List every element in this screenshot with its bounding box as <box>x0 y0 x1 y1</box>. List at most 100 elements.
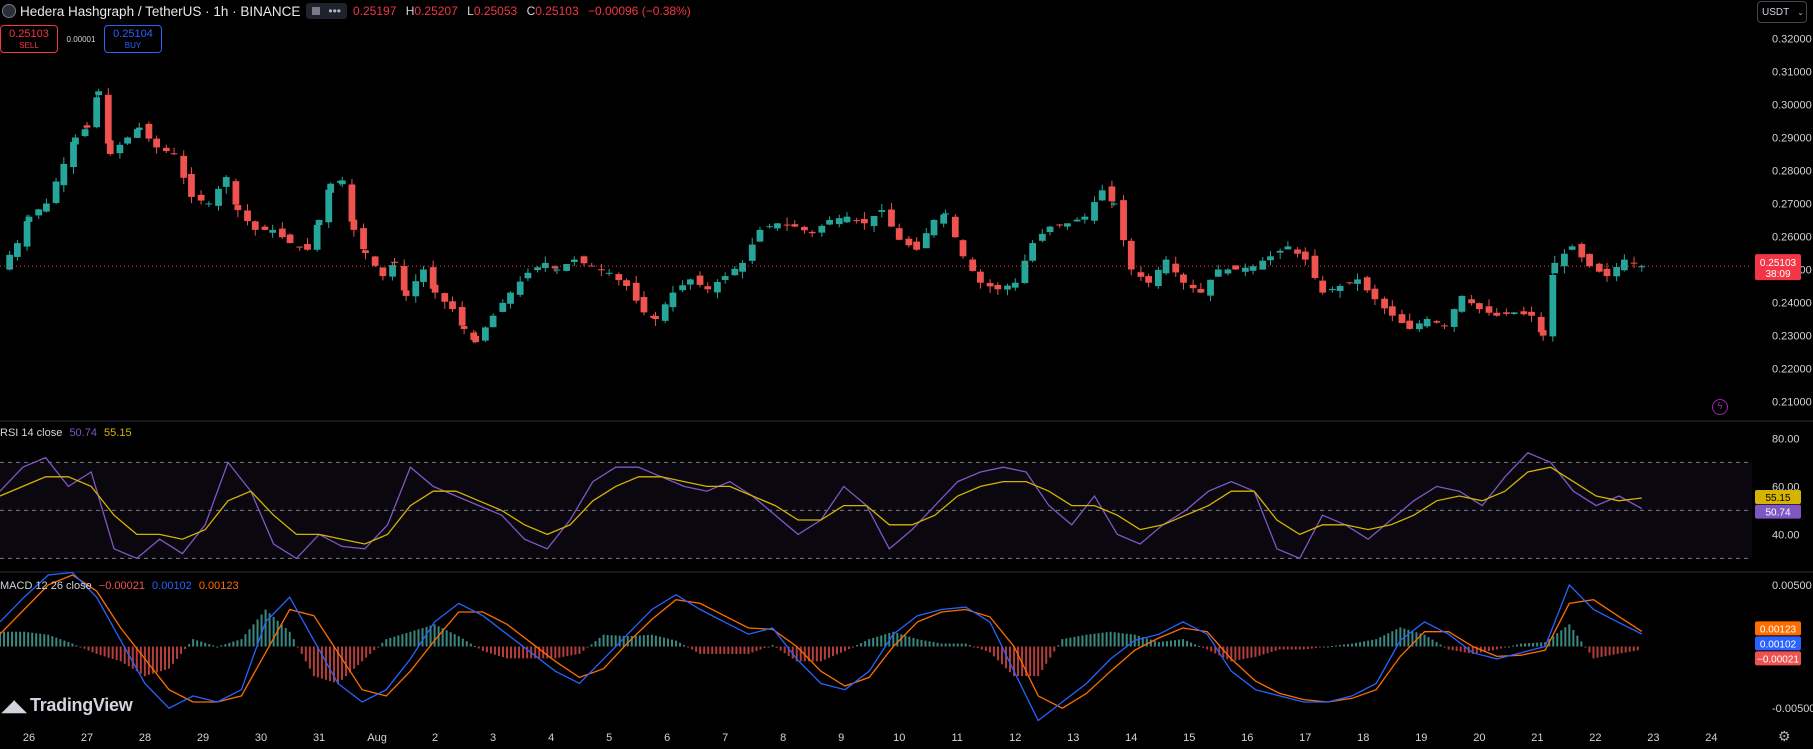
buy-button[interactable]: 0.25104 BUY <box>104 25 162 53</box>
macd-histogram-bar <box>1552 636 1555 647</box>
macd-histogram-bar <box>1053 646 1056 652</box>
macd-histogram-bar <box>200 641 203 647</box>
macd-histogram-bar <box>687 646 690 648</box>
candle-body <box>888 209 895 227</box>
macd-histogram-bar <box>433 624 436 647</box>
candle-body <box>95 91 103 96</box>
candle-body <box>278 228 286 238</box>
macd-histogram-bar <box>719 646 722 654</box>
candle-body <box>379 267 387 277</box>
macd-badge-label: 0.00102 <box>1760 639 1797 650</box>
macd-histogram-bar <box>546 646 549 659</box>
macd-histogram-bar <box>675 640 678 647</box>
macd-histogram-bar <box>1310 646 1313 649</box>
candle-body <box>1433 321 1441 323</box>
macd-histogram-bar <box>312 646 315 677</box>
macd-histogram-bar <box>365 646 368 658</box>
macd-histogram-bar <box>642 635 645 647</box>
macd-histogram-bar <box>1165 641 1168 647</box>
symbol-title[interactable]: Hedera Hashgraph / TetherUS · 1h · BINAN… <box>20 4 300 19</box>
macd-histogram-bar <box>1632 646 1635 652</box>
candle-body <box>135 127 143 130</box>
macd-legend[interactable]: MACD 12 26 close −0.00021 0.00102 0.0012… <box>0 580 243 592</box>
candle-body <box>1091 202 1098 221</box>
macd-histogram-bar <box>288 631 291 647</box>
macd-histogram-bar <box>1407 629 1410 647</box>
candle-body <box>145 123 153 139</box>
candle-body <box>1528 311 1535 316</box>
candle-body <box>1388 306 1396 316</box>
macd-histogram-bar <box>417 629 420 647</box>
ellipsis-icon[interactable]: ••• <box>328 4 341 18</box>
macd-histogram-bar <box>679 642 682 647</box>
macd-histogram-bar <box>1157 642 1160 647</box>
candle-body <box>1568 246 1576 250</box>
macd-hist-value: −0.00021 <box>98 580 145 592</box>
macd-histogram-bar <box>1097 633 1100 647</box>
macd-histogram-bar <box>614 635 617 647</box>
candle-body <box>269 229 277 233</box>
macd-histogram-bar <box>1137 635 1140 647</box>
macd-histogram-bar <box>823 646 826 660</box>
chart-canvas[interactable]: 0.32000 0.31000 0.30000 0.29000 0.28000 0.270… <box>0 0 1813 749</box>
sell-button[interactable]: 0.25103 SELL <box>0 25 58 53</box>
macd-histogram-bar <box>1334 645 1337 647</box>
candle-body <box>843 216 851 223</box>
candle-body <box>371 256 379 266</box>
macd-histogram-bar <box>1351 643 1354 647</box>
header-controls[interactable]: ••• <box>306 3 347 19</box>
macd-histogram-bar <box>1266 646 1269 654</box>
tradingview-logo[interactable]: ◢◣ TradingView <box>2 695 133 716</box>
macd-histogram-bar <box>131 646 134 669</box>
currency-selector[interactable]: USDT ⌄ <box>1757 1 1807 23</box>
macd-histogram-bar <box>1322 646 1325 648</box>
candle-body <box>679 285 687 291</box>
countdown-label: 38:09 <box>1765 269 1790 280</box>
macd-histogram-bar <box>328 646 331 682</box>
candle-body <box>360 228 367 250</box>
macd-histogram-bar <box>1182 639 1185 647</box>
rsi-badge-label: 50.74 <box>1765 508 1790 519</box>
macd-histogram-bar <box>1399 627 1402 647</box>
price-axis-tick: 0.30000 <box>1772 100 1812 112</box>
candle-body <box>106 140 114 154</box>
candle-body <box>296 246 304 248</box>
lightning-icon[interactable]: ϟ <box>1712 399 1728 415</box>
macd-histogram-bar <box>932 642 935 647</box>
macd-histogram-bar <box>1540 642 1543 647</box>
candle-body <box>534 267 541 271</box>
hide-icon[interactable] <box>312 7 321 15</box>
macd-signal-value: 0.00123 <box>198 580 239 592</box>
macd-histogram-bar <box>87 646 90 651</box>
time-axis-tick: 6 <box>664 732 670 744</box>
macd-histogram-bar <box>960 643 963 647</box>
candle-body <box>449 301 456 310</box>
rsi-ma-badge-label: 55.15 <box>1765 493 1790 504</box>
price-axis-tick: 0.26000 <box>1772 232 1812 244</box>
macd-histogram-bar <box>1125 633 1128 647</box>
macd-histogram-bar <box>1338 645 1341 647</box>
candle-body <box>1301 251 1309 260</box>
candle-body <box>234 205 242 211</box>
macd-histogram-bar <box>1560 630 1563 647</box>
macd-histogram-bar <box>23 631 26 647</box>
gear-icon[interactable]: ⚙ <box>1778 728 1791 745</box>
macd-histogram-bar <box>1282 646 1285 650</box>
candle-body <box>553 269 561 271</box>
macd-histogram-bar <box>1286 646 1289 650</box>
macd-histogram-bar <box>554 646 557 659</box>
candle-body <box>1416 323 1423 330</box>
candle-body <box>748 244 756 261</box>
time-axis-tick: 14 <box>1125 732 1137 744</box>
macd-histogram-bar <box>844 646 847 651</box>
macd-histogram-bar <box>345 646 348 677</box>
rsi-legend[interactable]: RSI 14 close 50.74 55.15 <box>0 427 136 439</box>
candle-body <box>598 269 605 271</box>
macd-histogram-bar <box>1592 646 1595 659</box>
candle-body <box>1586 253 1593 267</box>
macd-histogram-bar <box>99 646 102 656</box>
candle-body <box>913 241 920 250</box>
candle-body <box>661 304 669 321</box>
macd-histogram-bar <box>1536 642 1539 647</box>
candle-body <box>180 155 188 178</box>
